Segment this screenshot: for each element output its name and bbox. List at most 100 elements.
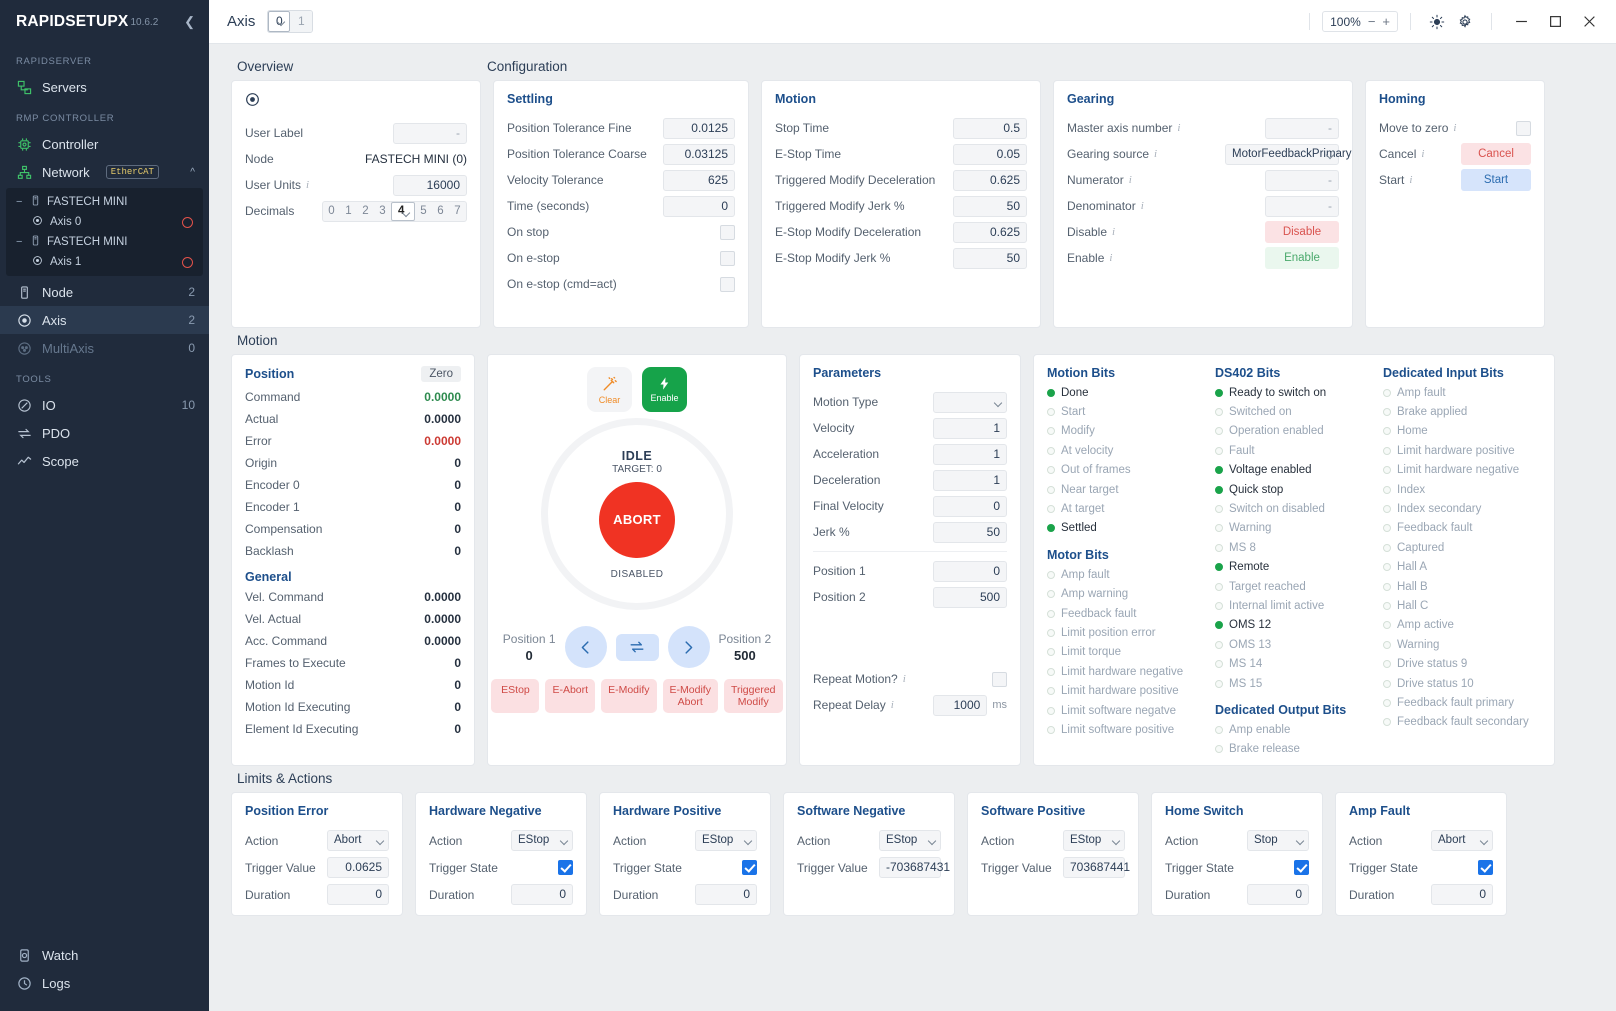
denominator-input[interactable]: - [1265, 195, 1339, 217]
move-to-zero-checkbox[interactable] [1516, 120, 1531, 136]
motion-type-select[interactable] [933, 391, 1007, 413]
trigger-value-input[interactable]: 0.0625 [327, 857, 389, 878]
decimals-option-2[interactable]: 2 [357, 202, 374, 221]
trigger-state-checkbox[interactable] [558, 860, 573, 875]
e-stop-time-input[interactable]: 0.05 [953, 143, 1027, 165]
trigger-state-checkbox[interactable] [1294, 860, 1309, 875]
zoom-control[interactable]: 100% − + [1322, 11, 1398, 32]
start-button[interactable]: Start [1461, 169, 1531, 191]
sidebar-item-multiaxis[interactable]: MultiAxis 0 [0, 334, 209, 362]
user-units-input[interactable]: 16000 [393, 174, 467, 196]
position-tolerance-fine-input[interactable]: 0.0125 [663, 117, 735, 139]
tree-item-axis[interactable]: Axis 0 [6, 212, 203, 232]
on-e-stop-checkbox[interactable] [720, 250, 735, 266]
master-axis-number-input[interactable]: - [1265, 117, 1339, 139]
user-label-input[interactable]: - [393, 122, 467, 144]
velocity-input[interactable]: 1 [933, 417, 1007, 439]
action-select[interactable]: EStop [695, 830, 757, 851]
acceleration-input[interactable]: 1 [933, 443, 1007, 465]
collapse-sidebar-icon[interactable]: ❮ [184, 14, 195, 30]
final-velocity-input[interactable]: 0 [933, 495, 1007, 517]
collapse-toggle-icon[interactable]: − [16, 236, 24, 248]
sidebar-item-io[interactable]: IO 10 [0, 391, 209, 419]
sidebar-item-watch[interactable]: Watch [0, 941, 209, 969]
position-2-input[interactable]: 500 [933, 586, 1007, 608]
duration-input[interactable]: 0 [327, 884, 389, 905]
move-toggle-button[interactable] [615, 633, 659, 661]
action-select[interactable]: Abort [1431, 830, 1493, 851]
collapse-toggle-icon[interactable]: − [16, 196, 24, 208]
sidebar-item-network[interactable]: Network EtherCAT ^ [0, 158, 209, 186]
theme-toggle-button[interactable] [1423, 8, 1451, 36]
decimals-option-5[interactable]: 5 [415, 202, 432, 221]
e-stop-modify-deceleration-input[interactable]: 0.625 [953, 221, 1027, 243]
disable-button[interactable]: Disable [1265, 221, 1339, 243]
gearing-source-select[interactable]: MotorFeedbackPrimary [1225, 143, 1352, 165]
enable-button[interactable]: Enable [642, 367, 687, 412]
decimals-option-7[interactable]: 7 [449, 202, 466, 221]
triggered-modify-deceleration-input[interactable]: 0.625 [953, 169, 1027, 191]
sidebar-item-node[interactable]: Node 2 [0, 278, 209, 306]
decimals-option-0[interactable]: 0 [323, 202, 340, 221]
move-left-button[interactable] [564, 626, 607, 668]
minimize-button[interactable] [1504, 7, 1538, 37]
duration-input[interactable]: 0 [511, 884, 573, 905]
sidebar-item-logs[interactable]: Logs [0, 969, 209, 997]
move-right-button[interactable] [667, 626, 710, 668]
duration-input[interactable]: 0 [1431, 884, 1493, 905]
trigger-state-checkbox[interactable] [1478, 860, 1493, 875]
tree-item-axis[interactable]: Axis 1 [6, 252, 203, 272]
action-select[interactable]: Stop [1247, 830, 1309, 851]
stop-time-input[interactable]: 0.5 [953, 117, 1027, 139]
jerk-input[interactable]: 50 [933, 521, 1007, 543]
numerator-input[interactable]: - [1265, 169, 1339, 191]
decimals-option-6[interactable]: 6 [432, 202, 449, 221]
trigger-state-checkbox[interactable] [742, 860, 757, 875]
on-e-stop-cmd-act-checkbox[interactable] [720, 276, 735, 292]
action-select[interactable]: Abort [327, 830, 389, 851]
action-select[interactable]: EStop [879, 830, 941, 851]
sidebar-item-scope[interactable]: Scope [0, 447, 209, 475]
decimals-option-1[interactable]: 1 [340, 202, 357, 221]
settings-gear-icon[interactable] [1451, 8, 1479, 36]
axis-tab-group[interactable]: 0 1 [267, 10, 314, 33]
sidebar-item-axis[interactable]: Axis 2 [0, 306, 209, 334]
chevron-up-icon[interactable]: ^ [190, 167, 195, 178]
repeat-delay-input[interactable]: 1000 [933, 694, 988, 716]
tree-node-device[interactable]: − FASTECH MINI [6, 192, 203, 212]
tab-axis-1[interactable]: 1 [290, 11, 313, 32]
duration-input[interactable]: 0 [695, 884, 757, 905]
tab-axis-0[interactable]: 0 [268, 11, 291, 32]
estop-action-e-modify[interactable]: E-Modify [601, 679, 657, 714]
action-select[interactable]: EStop [1063, 830, 1125, 851]
decimals-option-3[interactable]: 3 [374, 202, 391, 221]
abort-button[interactable]: ABORT [599, 481, 675, 558]
triggered-modify-jerk-input[interactable]: 50 [953, 195, 1027, 217]
deceleration-input[interactable]: 1 [933, 469, 1007, 491]
sidebar-item-servers[interactable]: Servers [0, 73, 209, 101]
repeat-motion-checkbox[interactable] [992, 671, 1007, 687]
trigger-value-input[interactable]: 703687441 [1063, 857, 1130, 878]
sidebar-item-controller[interactable]: Controller [0, 130, 209, 158]
maximize-button[interactable] [1538, 7, 1572, 37]
clear-button[interactable]: Clear [587, 367, 632, 412]
cancel-button[interactable]: Cancel [1461, 143, 1531, 165]
zoom-in-button[interactable]: + [1382, 14, 1390, 29]
estop-action-triggered-modify[interactable]: Triggered Modify [723, 679, 783, 714]
decimals-option-4[interactable]: 4 [391, 201, 415, 221]
sidebar-item-pdo[interactable]: PDO [0, 419, 209, 447]
position-1-input[interactable]: 0 [933, 560, 1007, 582]
enable-button[interactable]: Enable [1265, 247, 1339, 269]
tree-node-device[interactable]: − FASTECH MINI [6, 232, 203, 252]
action-select[interactable]: EStop [511, 830, 573, 851]
duration-input[interactable]: 0 [1247, 884, 1309, 905]
zero-button[interactable]: Zero [421, 366, 461, 382]
close-button[interactable] [1572, 7, 1606, 37]
e-stop-modify-jerk-input[interactable]: 50 [953, 247, 1027, 269]
position-tolerance-coarse-input[interactable]: 0.03125 [663, 143, 735, 165]
estop-action-e-abort[interactable]: E-Abort [545, 679, 596, 714]
decimals-selector[interactable]: 01234567 [322, 200, 467, 222]
estop-action-e-modify-abort[interactable]: E-Modify Abort [662, 679, 718, 714]
on-stop-checkbox[interactable] [720, 224, 735, 240]
velocity-tolerance-input[interactable]: 625 [663, 169, 735, 191]
